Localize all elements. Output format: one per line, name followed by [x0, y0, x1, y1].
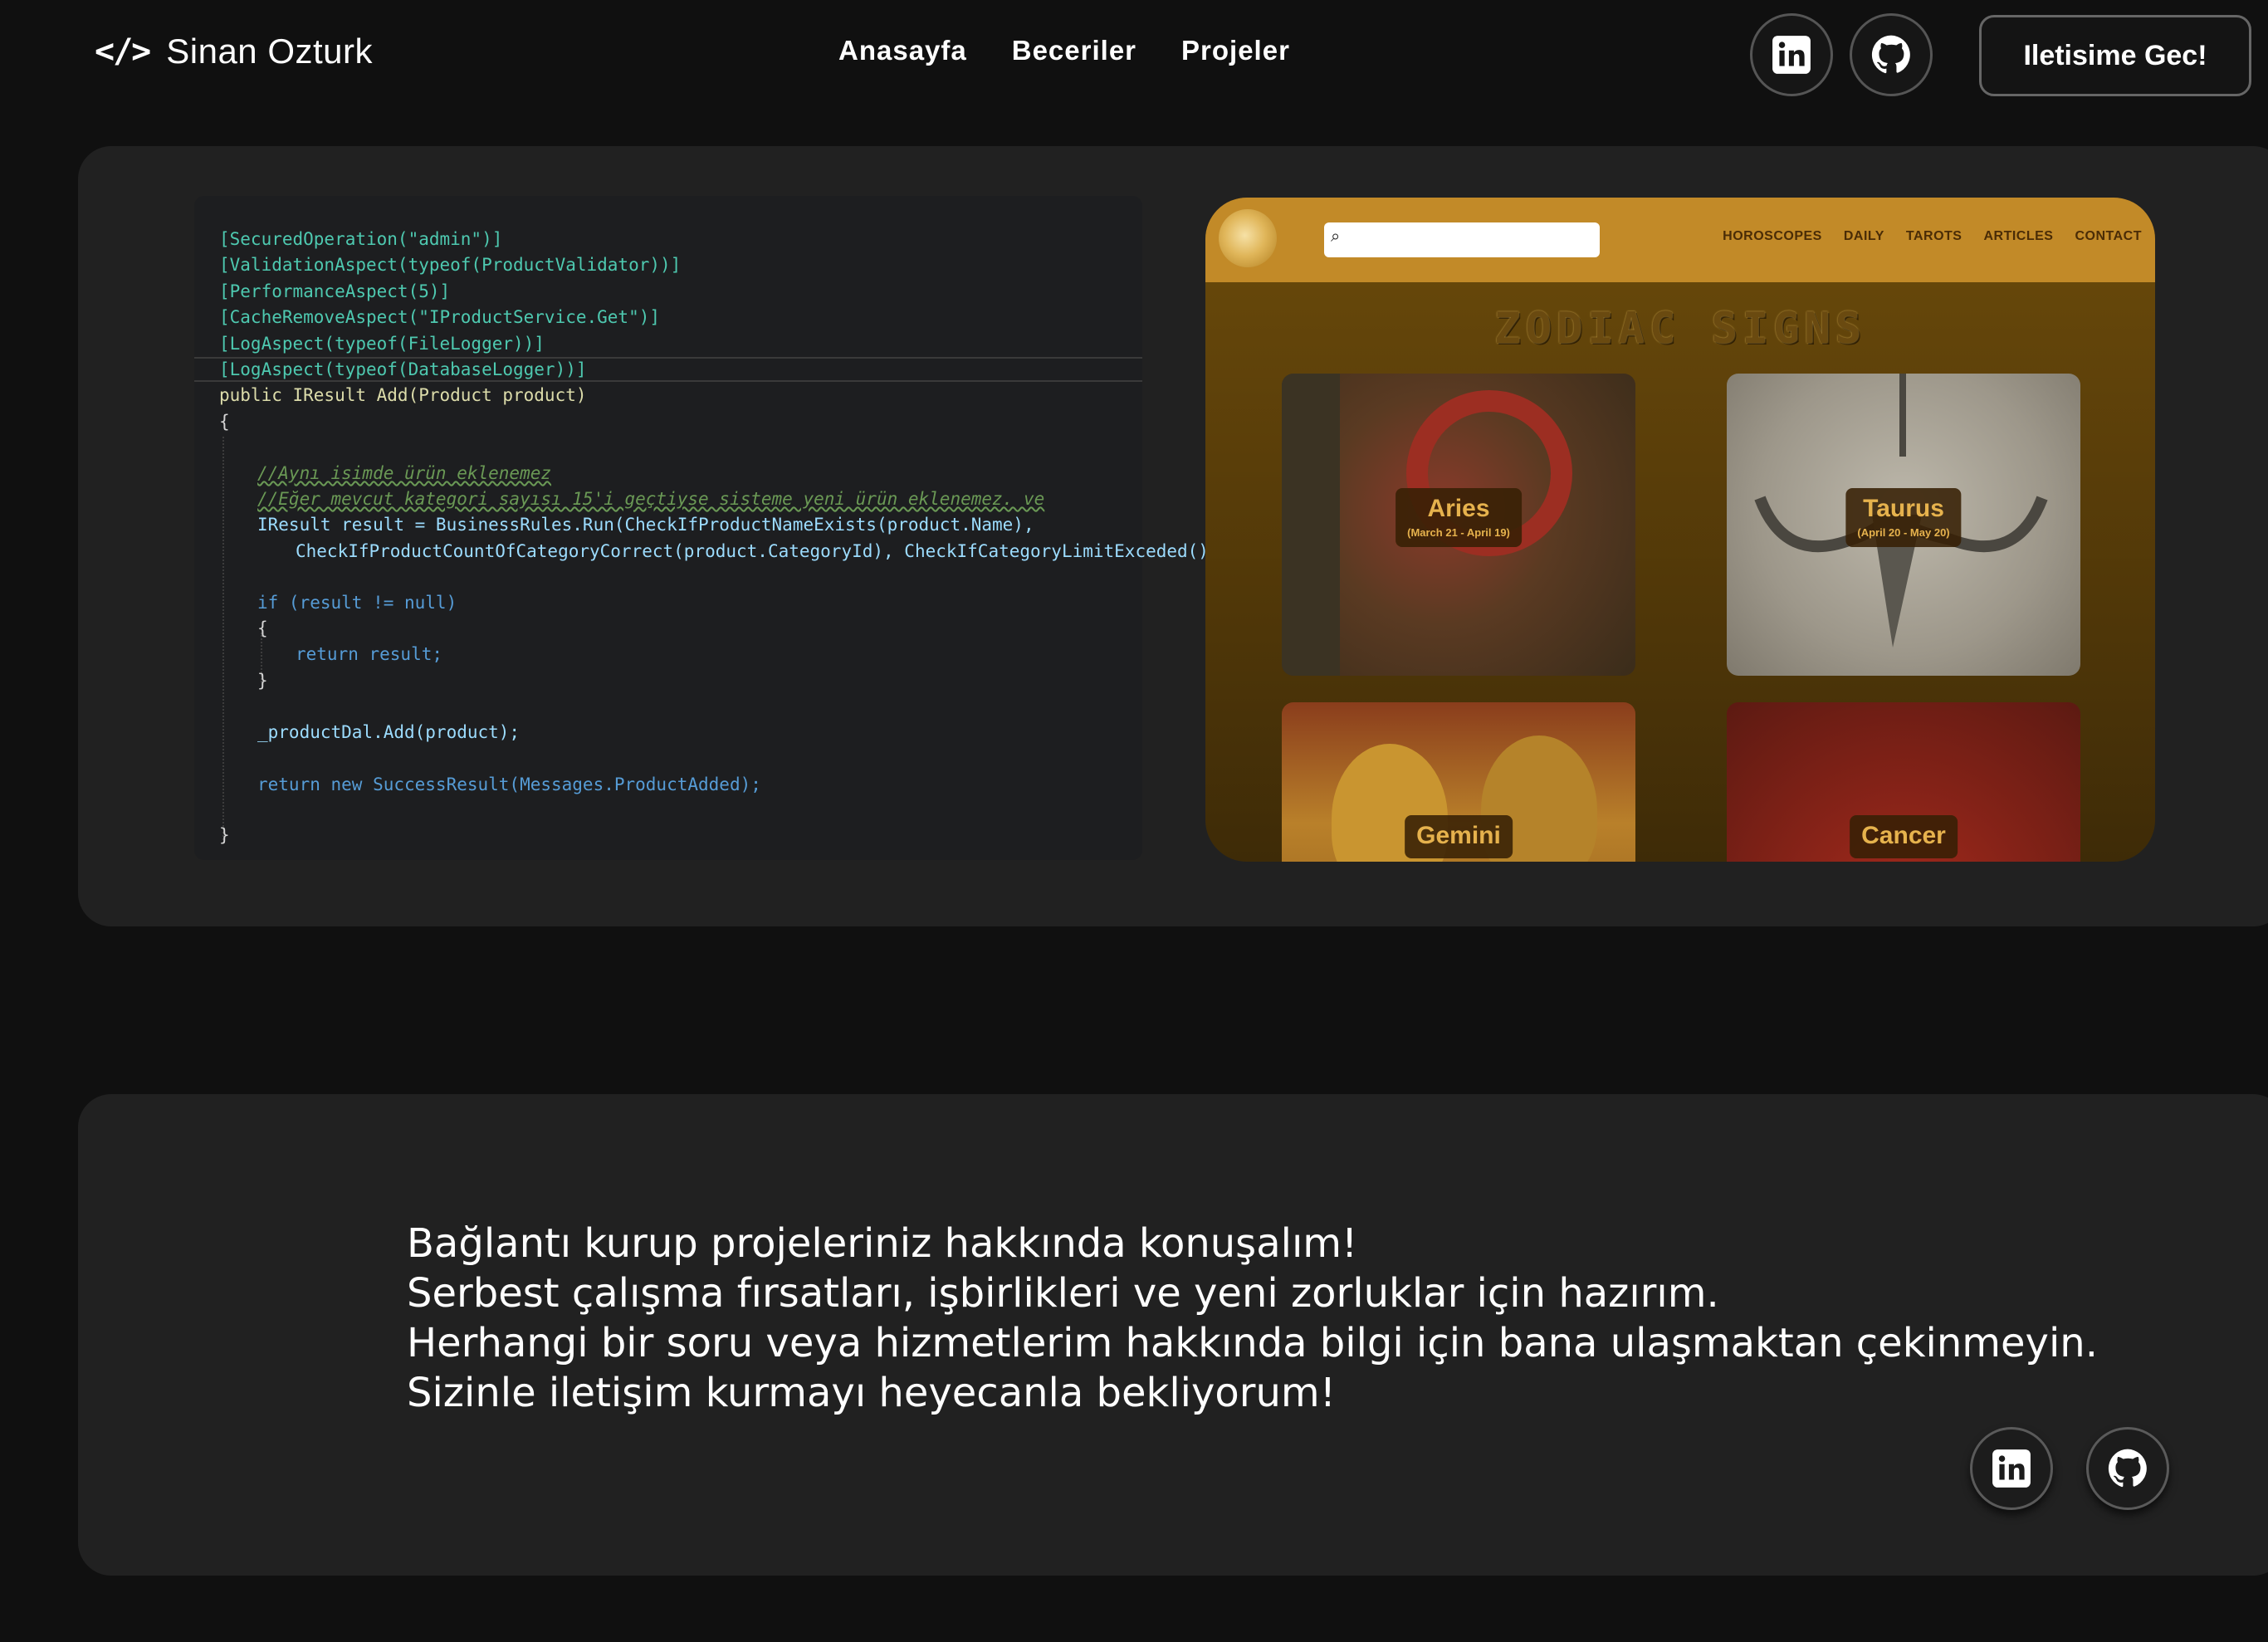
zodiac-card-gemini: Gemini	[1282, 702, 1635, 862]
zodiac-label-taurus: Taurus (April 20 - May 20)	[1845, 488, 1962, 547]
zodiac-website-preview[interactable]: ⌕ HOROSCOPES DAILY TAROTS ARTICLES CONTA…	[1205, 198, 2155, 862]
code-open-brace: {	[219, 412, 230, 432]
code-result-line: IResult result = BusinessRules.Run(Check…	[257, 515, 1034, 535]
code-comment-2: //Eğer mevcut kategori sayısı 15'i geçti…	[257, 489, 1045, 509]
contact-line-2: Serbest çalışma fırsatları, işbirlikleri…	[407, 1270, 1719, 1317]
zodiac-name-gemini: Gemini	[1416, 822, 1501, 849]
zodiac-label-gemini: Gemini	[1405, 815, 1513, 858]
navbar-linkedin-button[interactable]	[1750, 13, 1833, 96]
nav-link-anasayfa[interactable]: Anasayfa	[838, 35, 967, 66]
zodiac-card-cancer: Cancer	[1727, 702, 2080, 862]
zodiac-label-cancer: Cancer	[1850, 815, 1958, 858]
zodiac-nav-articles: ARTICLES	[1983, 229, 2054, 243]
code-if-line: if (result != null)	[257, 593, 457, 613]
code-attr-4: [CacheRemoveAspect("IProductService.Get"…	[219, 307, 661, 327]
code-signature: public IResult Add(Product product)	[219, 385, 587, 405]
linkedin-icon	[1992, 1449, 2031, 1488]
indent-guide	[222, 437, 224, 843]
contact-button[interactable]: Iletisime Gec!	[1979, 15, 2251, 96]
code-close-brace: }	[219, 825, 230, 845]
footer-linkedin-button[interactable]	[1970, 1427, 2053, 1510]
zodiac-name-taurus: Taurus	[1863, 495, 1944, 522]
code-return-result: return result;	[296, 644, 443, 664]
zodiac-label-aries: Aries (March 21 - April 19)	[1396, 488, 1522, 547]
github-icon	[2108, 1449, 2147, 1488]
code-icon: </>	[95, 32, 151, 71]
footer-github-button[interactable]	[2086, 1427, 2169, 1510]
linkedin-icon	[1772, 36, 1811, 74]
code-attr-5: [LogAspect(typeof(FileLogger))]	[219, 334, 545, 354]
zodiac-date-taurus: (April 20 - May 20)	[1857, 526, 1950, 539]
nav-link-beceriler[interactable]: Beceriler	[1012, 35, 1136, 66]
code-dal-line: _productDal.Add(product);	[257, 722, 521, 742]
zodiac-name-cancer: Cancer	[1861, 822, 1946, 849]
code-return-success: return new SuccessResult(Messages.Produc…	[257, 775, 761, 794]
zodiac-date-aries: (March 21 - April 19)	[1407, 526, 1510, 539]
zodiac-name-aries: Aries	[1427, 495, 1490, 522]
code-result-line-2: CheckIfProductCountOfCategoryCorrect(pro…	[296, 541, 1230, 561]
contact-line-1: Bağlantı kurup projeleriniz hakkında kon…	[407, 1220, 1358, 1267]
zodiac-nav-daily: DAILY	[1843, 229, 1884, 243]
brand-logo[interactable]: </> Sinan Ozturk	[95, 32, 373, 71]
code-if-close: }	[257, 671, 268, 691]
code-if-open: {	[257, 618, 268, 638]
zodiac-nav: HOROSCOPES DAILY TAROTS ARTICLES CONTACT	[1723, 229, 2142, 244]
zodiac-nav-contact: CONTACT	[2075, 229, 2142, 243]
contact-message: Bağlantı kurup projeleriniz hakkında kon…	[407, 1219, 2098, 1418]
code-comment-1: //Aynı isimde ürün eklenemez	[257, 463, 552, 483]
nav-link-projeler[interactable]: Projeler	[1181, 35, 1290, 66]
github-icon	[1871, 35, 1910, 74]
sun-moon-logo-icon	[1219, 209, 1277, 267]
zodiac-title: ZODIAC SIGNS	[1494, 304, 1866, 354]
code-attr-6: [LogAspect(typeof(DatabaseLogger))]	[219, 359, 587, 379]
zodiac-topbar: ⌕ HOROSCOPES DAILY TAROTS ARTICLES CONTA…	[1205, 198, 2155, 282]
contact-line-3: Herhangi bir soru veya hizmetlerim hakkı…	[407, 1320, 2098, 1366]
navbar-github-button[interactable]	[1850, 13, 1933, 96]
code-attr-2: [ValidationAspect(typeof(ProductValidato…	[219, 255, 682, 275]
navbar: </> Sinan Ozturk Anasayfa Beceriler Proj…	[0, 0, 2268, 116]
code-attr-1: [SecuredOperation("admin")]	[219, 229, 503, 249]
zodiac-nav-horoscopes: HOROSCOPES	[1723, 229, 1822, 243]
search-icon: ⌕	[1331, 227, 1341, 246]
zodiac-card-taurus: Taurus (April 20 - May 20)	[1727, 374, 2080, 676]
code-screenshot: [SecuredOperation("admin")] [ValidationA…	[194, 196, 1229, 860]
brand-name: Sinan Ozturk	[166, 32, 374, 71]
main-nav: Anasayfa Beceriler Projeler	[838, 35, 1290, 66]
zodiac-search-input: ⌕	[1324, 222, 1600, 257]
zodiac-card-aries: Aries (March 21 - April 19)	[1282, 374, 1635, 676]
zodiac-nav-tarots: TAROTS	[1905, 229, 1963, 243]
contact-line-4: Sizinle iletişim kurmayı heyecanla bekli…	[407, 1370, 1336, 1416]
code-attr-3: [PerformanceAspect(5)]	[219, 281, 451, 301]
